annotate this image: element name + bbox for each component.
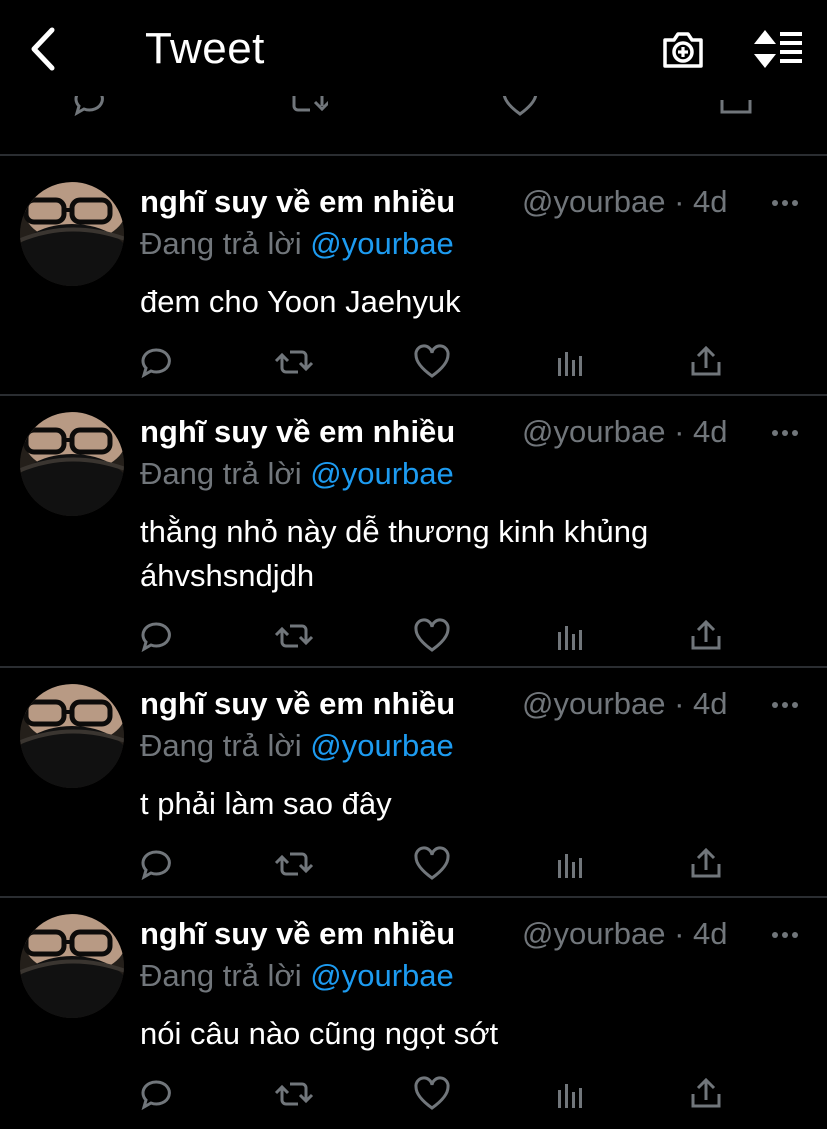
tweet-item[interactable]: nghĩ suy về em nhiều @yourbae · 4d Đang … (0, 658, 827, 896)
reply-handle-link[interactable]: @yourbae (310, 728, 454, 763)
more-options-button[interactable] (770, 418, 800, 448)
tweet-text: nói câu nào cũng ngọt sớt (140, 1016, 499, 1051)
heart-icon (414, 846, 450, 880)
replying-label: Đang trả lời (140, 728, 302, 763)
replying-to: Đang trả lời @yourbae (140, 958, 454, 994)
retweet-icon (274, 1082, 314, 1106)
display-name[interactable]: nghĩ suy về em nhiều (140, 414, 455, 450)
reply-icon (141, 622, 171, 653)
tweet-text: đem cho Yoon Jaehyuk (140, 284, 461, 319)
replying-to: Đang trả lời @yourbae (140, 456, 454, 492)
sort-button[interactable] (752, 28, 804, 70)
share-icon (691, 619, 721, 650)
replying-to: Đang trả lời @yourbae (140, 226, 454, 262)
tweet-item[interactable]: nghĩ suy về em nhiều @yourbae · 4d Đang … (0, 156, 827, 396)
share-icon (691, 345, 721, 376)
more-icon (772, 932, 798, 938)
tweet-actions (0, 342, 827, 382)
sort-icon (754, 30, 802, 68)
share-icon[interactable] (716, 96, 756, 120)
tweet-actions (0, 844, 827, 884)
reply-handle-link[interactable]: @yourbae (310, 456, 454, 491)
share-button[interactable] (686, 616, 726, 656)
display-name[interactable]: nghĩ suy về em nhiều (140, 916, 455, 952)
reply-button[interactable] (137, 342, 177, 382)
reply-handle-link[interactable]: @yourbae (310, 958, 454, 993)
previous-tweet-actions (0, 96, 827, 130)
retweet-icon (274, 624, 314, 648)
analytics-button[interactable] (550, 844, 590, 884)
replying-to: Đang trả lời @yourbae (140, 728, 454, 764)
reply-icon (141, 850, 171, 881)
reply-icon (141, 1080, 171, 1111)
retweet-button[interactable] (274, 342, 314, 382)
reply-button[interactable] (137, 1074, 177, 1114)
more-icon (772, 430, 798, 436)
tweet-text: thằng nhỏ này dễ thương kinh khủng áhvsh… (140, 514, 649, 593)
heart-icon (414, 344, 450, 378)
tweet-actions (0, 1074, 827, 1114)
like-button[interactable] (412, 616, 452, 656)
tweet-text: t phải làm sao đây (140, 786, 392, 821)
share-button[interactable] (686, 1074, 726, 1114)
more-icon (772, 200, 798, 206)
handle-time: @yourbae · 4d (522, 414, 728, 449)
retweet-icon (274, 852, 314, 876)
chevron-left-icon (31, 27, 55, 71)
bar-chart-icon (558, 352, 582, 376)
reply-handle-link[interactable]: @yourbae (310, 226, 454, 261)
share-button[interactable] (686, 342, 726, 382)
replying-label: Đang trả lời (140, 226, 302, 261)
avatar[interactable] (20, 684, 124, 788)
like-button[interactable] (412, 844, 452, 884)
retweet-icon (274, 350, 314, 374)
bar-chart-icon (558, 626, 582, 650)
tweet-item[interactable]: nghĩ suy về em nhiều @yourbae · 4d Đang … (0, 386, 827, 668)
reply-button[interactable] (137, 616, 177, 656)
heart-icon (414, 1076, 450, 1110)
camera-button[interactable] (660, 26, 706, 72)
display-name[interactable]: nghĩ suy về em nhiều (140, 686, 455, 722)
share-icon (691, 847, 721, 878)
bar-chart-icon (558, 1084, 582, 1108)
analytics-button[interactable] (550, 1074, 590, 1114)
reply-icon[interactable] (70, 96, 110, 120)
avatar[interactable] (20, 914, 124, 1018)
retweet-button[interactable] (274, 1074, 314, 1114)
handle-time: @yourbae · 4d (522, 686, 728, 721)
handle-time: @yourbae · 4d (522, 184, 728, 219)
tweet-item[interactable]: nghĩ suy về em nhiều @yourbae · 4d Đang … (0, 888, 827, 1129)
camera-plus-icon (663, 32, 703, 68)
more-options-button[interactable] (770, 690, 800, 720)
retweet-button[interactable] (274, 844, 314, 884)
share-icon (691, 1077, 721, 1108)
like-button[interactable] (412, 342, 452, 382)
reply-button[interactable] (137, 844, 177, 884)
heart-icon (414, 618, 450, 652)
analytics-button[interactable] (550, 342, 590, 382)
display-name[interactable]: nghĩ suy về em nhiều (140, 184, 455, 220)
more-options-button[interactable] (770, 920, 800, 950)
like-button[interactable] (412, 1074, 452, 1114)
avatar[interactable] (20, 182, 124, 286)
top-bar: Tweet (0, 0, 827, 100)
replying-label: Đang trả lời (140, 958, 302, 993)
more-options-button[interactable] (770, 188, 800, 218)
reply-icon (141, 348, 171, 379)
more-icon (772, 702, 798, 708)
retweet-icon[interactable] (288, 96, 328, 120)
avatar[interactable] (20, 412, 124, 516)
like-icon[interactable] (500, 96, 540, 120)
page-title: Tweet (145, 24, 265, 73)
replying-label: Đang trả lời (140, 456, 302, 491)
bar-chart-icon (558, 854, 582, 878)
back-button[interactable] (26, 26, 60, 72)
handle-time: @yourbae · 4d (522, 916, 728, 951)
retweet-button[interactable] (274, 616, 314, 656)
analytics-button[interactable] (550, 616, 590, 656)
tweet-actions (0, 616, 827, 656)
share-button[interactable] (686, 844, 726, 884)
